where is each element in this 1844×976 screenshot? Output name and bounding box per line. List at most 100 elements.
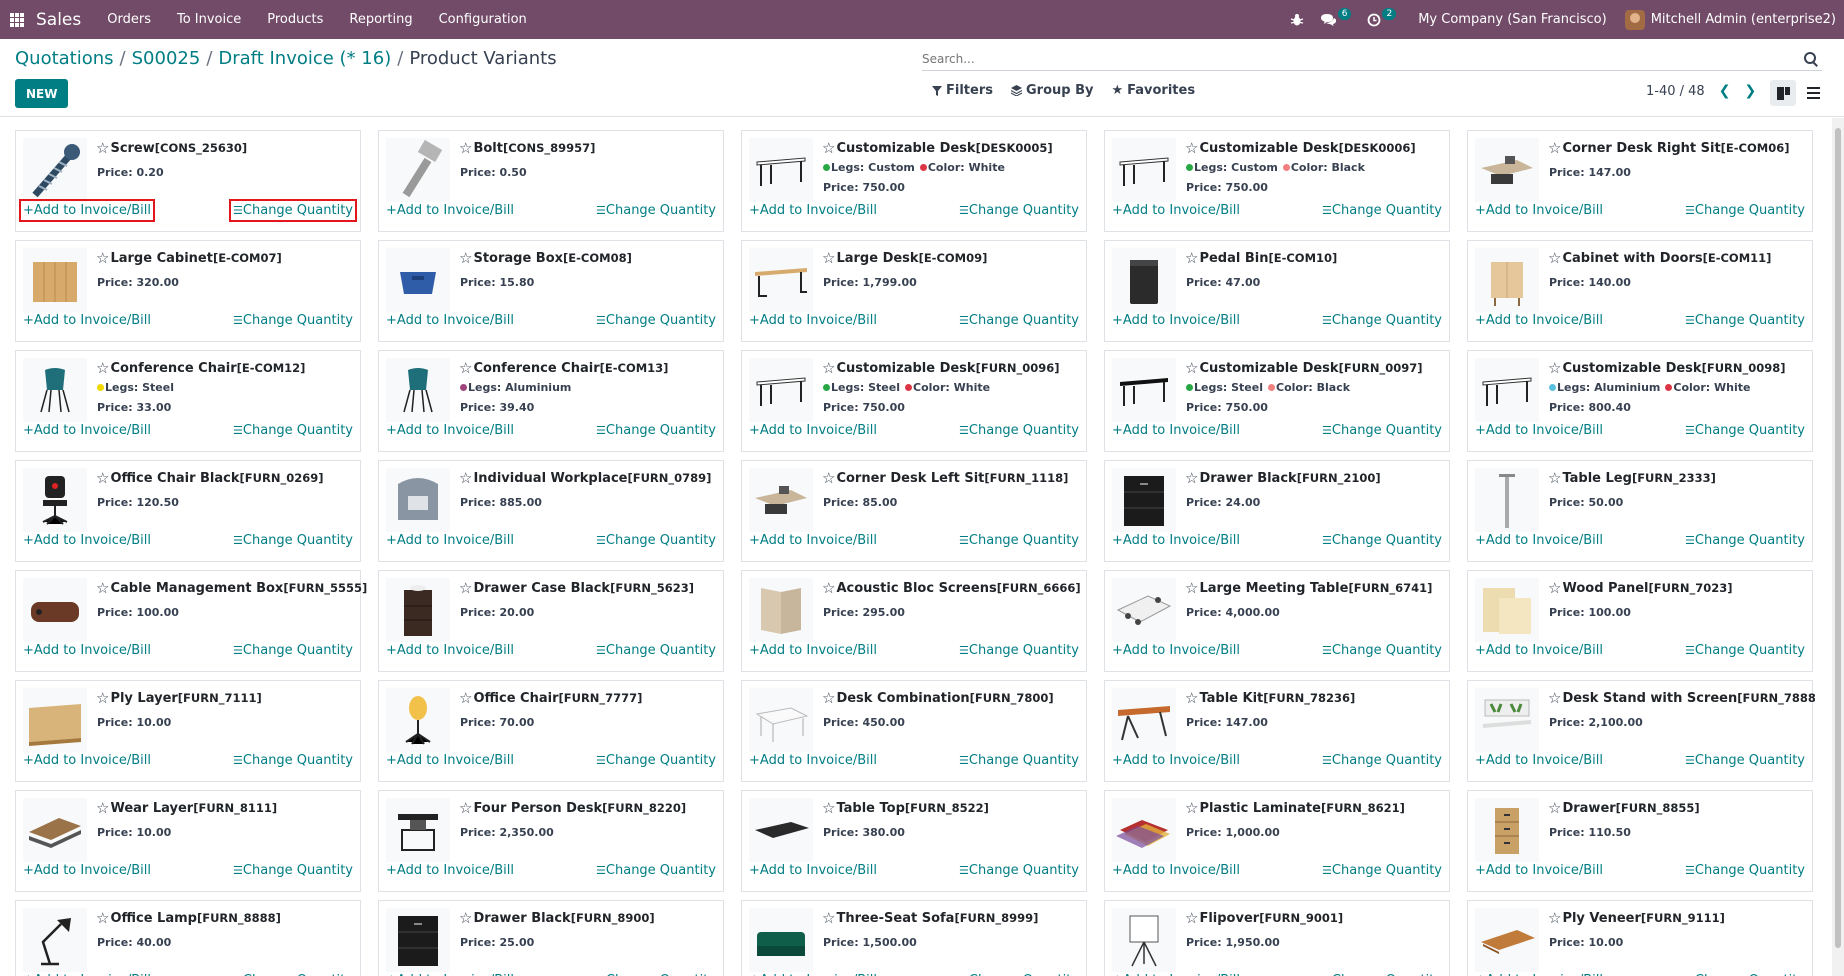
- favorite-star-icon[interactable]: ☆: [459, 139, 472, 157]
- add-to-invoice-button[interactable]: +Add to Invoice/Bill: [23, 313, 151, 328]
- favorite-star-icon[interactable]: ☆: [96, 579, 109, 597]
- add-to-invoice-button[interactable]: +Add to Invoice/Bill: [386, 313, 514, 328]
- breadcrumb-order[interactable]: S00025: [132, 48, 201, 69]
- change-quantity-button[interactable]: ☰Change Quantity: [233, 643, 353, 658]
- favorite-star-icon[interactable]: ☆: [1548, 469, 1561, 487]
- change-quantity-button[interactable]: ☰Change Quantity: [959, 533, 1079, 548]
- add-to-invoice-button[interactable]: +Add to Invoice/Bill: [1475, 863, 1603, 878]
- favorite-star-icon[interactable]: ☆: [1185, 359, 1198, 377]
- activities-clock-icon[interactable]: 2: [1367, 7, 1397, 27]
- change-quantity-button[interactable]: ☰Change Quantity: [1685, 753, 1805, 768]
- change-quantity-button[interactable]: ☰Change Quantity: [233, 753, 353, 768]
- pager-next-icon[interactable]: ❯: [1744, 83, 1756, 99]
- add-to-invoice-button[interactable]: +Add to Invoice/Bill: [23, 643, 151, 658]
- favorite-star-icon[interactable]: ☆: [96, 689, 109, 707]
- product-card[interactable]: ☆ Bolt [CONS_89957] Price: 0.50 +Add to Invo…: [378, 130, 724, 232]
- favorite-star-icon[interactable]: ☆: [1548, 249, 1561, 267]
- change-quantity-button[interactable]: ☰Change Quantity: [1685, 533, 1805, 548]
- favorite-star-icon[interactable]: ☆: [1185, 249, 1198, 267]
- change-quantity-button[interactable]: ☰Change Quantity: [1322, 203, 1442, 218]
- favorite-star-icon[interactable]: ☆: [822, 139, 835, 157]
- product-card[interactable]: ☆ Customizable Desk [DESK0006] Legs: Custom…: [1104, 130, 1450, 232]
- add-to-invoice-button[interactable]: +Add to Invoice/Bill: [1112, 863, 1240, 878]
- add-to-invoice-button[interactable]: +Add to Invoice/Bill: [386, 753, 514, 768]
- product-card[interactable]: ☆ Screw [CONS_25630] Price: 0.20 +Add to Inv…: [15, 130, 361, 232]
- group-by-dropdown[interactable]: Group By: [1010, 83, 1093, 98]
- product-card[interactable]: ☆ Table Top [FURN_8522] Price: 380.00 +Add t…: [741, 790, 1087, 892]
- product-card[interactable]: ☆ Desk Combination [FURN_7800] Price: 450.0…: [741, 680, 1087, 782]
- favorite-star-icon[interactable]: ☆: [459, 249, 472, 267]
- add-to-invoice-button[interactable]: +Add to Invoice/Bill: [1475, 533, 1603, 548]
- add-to-invoice-button[interactable]: +Add to Invoice/Bill: [1112, 753, 1240, 768]
- user-avatar[interactable]: [1624, 9, 1645, 30]
- change-quantity-button[interactable]: ☰Change Quantity: [596, 203, 716, 218]
- change-quantity-button[interactable]: ☰Change Quantity: [1322, 423, 1442, 438]
- favorite-star-icon[interactable]: ☆: [96, 249, 109, 267]
- change-quantity-button[interactable]: ☰Change Quantity: [229, 199, 357, 222]
- product-card[interactable]: ☆ Customizable Desk [DESK0005] Legs: Custom…: [741, 130, 1087, 232]
- change-quantity-button[interactable]: ☰Change Quantity: [596, 423, 716, 438]
- product-card[interactable]: ☆ Individual Workplace [FURN_0789] Price: 8…: [378, 460, 724, 562]
- product-card[interactable]: ☆ Table Leg [FURN_2333] Price: 50.00 +Add to…: [1467, 460, 1813, 562]
- favorite-star-icon[interactable]: ☆: [1548, 579, 1561, 597]
- kanban-view-icon[interactable]: [1770, 80, 1796, 106]
- messages-icon[interactable]: 6: [1320, 7, 1352, 27]
- favorite-star-icon[interactable]: ☆: [822, 359, 835, 377]
- add-to-invoice-button[interactable]: +Add to Invoice/Bill: [386, 643, 514, 658]
- favorite-star-icon[interactable]: ☆: [459, 799, 472, 817]
- product-card[interactable]: ☆ Cable Management Box [FURN_5555] Price: 1…: [15, 570, 367, 672]
- change-quantity-button[interactable]: ☰Change Quantity: [596, 863, 716, 878]
- add-to-invoice-button[interactable]: +Add to Invoice/Bill: [1112, 423, 1240, 438]
- menu-reporting[interactable]: Reporting: [349, 12, 412, 27]
- app-name[interactable]: Sales: [36, 10, 81, 30]
- menu-orders[interactable]: Orders: [107, 12, 151, 27]
- add-to-invoice-button[interactable]: +Add to Invoice/Bill: [749, 753, 877, 768]
- add-to-invoice-button[interactable]: +Add to Invoice/Bill: [749, 423, 877, 438]
- product-card[interactable]: ☆ Large Cabinet [E-COM07] Price: 320.00 +Add…: [15, 240, 361, 342]
- change-quantity-button[interactable]: ☰Change Quantity: [959, 203, 1079, 218]
- favorites-dropdown[interactable]: ★ Favorites: [1111, 83, 1195, 98]
- add-to-invoice-button[interactable]: +Add to Invoice/Bill: [18, 199, 156, 222]
- change-quantity-button[interactable]: ☰Change Quantity: [1685, 423, 1805, 438]
- change-quantity-button[interactable]: ☰Change Quantity: [1322, 643, 1442, 658]
- change-quantity-button[interactable]: ☰Change Quantity: [1322, 313, 1442, 328]
- change-quantity-button[interactable]: ☰Change Quantity: [596, 313, 716, 328]
- favorite-star-icon[interactable]: ☆: [459, 579, 472, 597]
- favorite-star-icon[interactable]: ☆: [1548, 139, 1561, 157]
- search-icon[interactable]: [1804, 51, 1818, 66]
- add-to-invoice-button[interactable]: +Add to Invoice/Bill: [749, 533, 877, 548]
- product-card[interactable]: ☆ Customizable Desk [FURN_0096] Legs: Steel…: [741, 350, 1087, 452]
- add-to-invoice-button[interactable]: +Add to Invoice/Bill: [23, 423, 151, 438]
- favorite-star-icon[interactable]: ☆: [1548, 799, 1561, 817]
- product-card[interactable]: ☆ Pedal Bin [E-COM10] Price: 47.00 +Add to I…: [1104, 240, 1450, 342]
- apps-grid-icon[interactable]: [10, 12, 24, 27]
- favorite-star-icon[interactable]: ☆: [459, 909, 472, 927]
- add-to-invoice-button[interactable]: +Add to Invoice/Bill: [386, 423, 514, 438]
- favorite-star-icon[interactable]: ☆: [822, 579, 835, 597]
- favorite-star-icon[interactable]: ☆: [822, 249, 835, 267]
- favorite-star-icon[interactable]: ☆: [96, 799, 109, 817]
- change-quantity-button[interactable]: ☰Change Quantity: [1322, 533, 1442, 548]
- product-card[interactable]: ☆ Large Desk [E-COM09] Price: 1,799.00 +Add …: [741, 240, 1087, 342]
- product-card[interactable]: ☆ Table Kit [FURN_78236] Price: 147.00 +Add …: [1104, 680, 1450, 782]
- add-to-invoice-button[interactable]: +Add to Invoice/Bill: [386, 863, 514, 878]
- menu-configuration[interactable]: Configuration: [439, 12, 527, 27]
- user-menu[interactable]: Mitchell Admin (enterprise2): [1651, 12, 1836, 27]
- change-quantity-button[interactable]: ☰Change Quantity: [959, 753, 1079, 768]
- product-card[interactable]: ☆ Customizable Desk [FURN_0098] Legs: Alumi…: [1467, 350, 1813, 452]
- debug-bug-icon[interactable]: [1290, 13, 1304, 27]
- change-quantity-button[interactable]: ☰Change Quantity: [959, 643, 1079, 658]
- add-to-invoice-button[interactable]: +Add to Invoice/Bill: [1112, 643, 1240, 658]
- favorite-star-icon[interactable]: ☆: [1185, 799, 1198, 817]
- favorite-star-icon[interactable]: ☆: [1185, 689, 1198, 707]
- change-quantity-button[interactable]: ☰Change Quantity: [596, 643, 716, 658]
- filters-dropdown[interactable]: Filters: [932, 83, 993, 98]
- favorite-star-icon[interactable]: ☆: [459, 469, 472, 487]
- product-card[interactable]: ☆ Desk Stand with Screen [FURN_7888] Price:…: [1467, 680, 1815, 782]
- search-input[interactable]: [922, 51, 1804, 66]
- add-to-invoice-button[interactable]: +Add to Invoice/Bill: [1475, 203, 1603, 218]
- add-to-invoice-button[interactable]: +Add to Invoice/Bill: [1112, 313, 1240, 328]
- product-card[interactable]: ☆Drawer Black[FURN_8900]Price: 25.00+Add…: [378, 900, 724, 976]
- add-to-invoice-button[interactable]: +Add to Invoice/Bill: [1475, 643, 1603, 658]
- product-card[interactable]: ☆ Conference Chair [E-COM13] Legs: Aluminiu…: [378, 350, 724, 452]
